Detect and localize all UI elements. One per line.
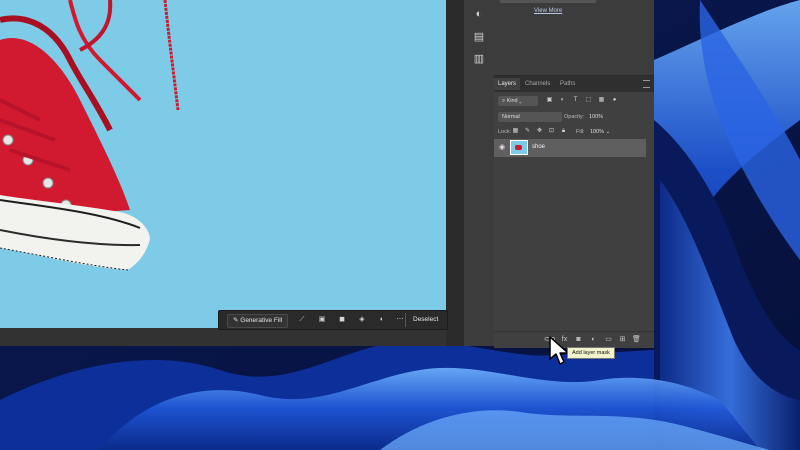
lock-label: Lock: [498, 129, 512, 135]
tooltip: Add layer mask [567, 347, 615, 359]
layer-row[interactable]: ◉ shoe [494, 139, 646, 157]
canvas-vertical-scrollbar[interactable] [446, 0, 464, 346]
tab-layers[interactable]: Layers [494, 78, 521, 90]
layer-name[interactable]: shoe [532, 143, 545, 151]
transform-icon[interactable]: ▣ [317, 315, 327, 325]
lock-transparent-icon[interactable]: ▦ [512, 128, 519, 135]
adjustments-icon[interactable]: ◐ [473, 8, 485, 20]
smart-object-filter-icon[interactable]: ▦ [598, 97, 605, 104]
libraries-icon[interactable]: ▥ [473, 53, 485, 65]
type-filter-icon[interactable]: T [572, 97, 579, 104]
properties-icon[interactable]: ▤ [473, 31, 485, 43]
blend-mode-select[interactable]: Normal [498, 112, 562, 122]
fill-bucket-icon[interactable]: ◈ [357, 315, 367, 325]
canvas-status-bar [0, 328, 446, 346]
fill-field[interactable]: 100% ⌄ [590, 127, 610, 137]
shoe-image [0, 0, 180, 271]
layer-thumbnail[interactable] [510, 140, 528, 155]
adjustment-filter-icon[interactable]: ◐ [559, 97, 566, 104]
upper-panel: View More [494, 0, 654, 75]
document-canvas[interactable] [0, 0, 446, 328]
filter-kind-select[interactable]: ⌕ Kind ⌄ [498, 96, 538, 106]
folder-icon[interactable]: ▭ [604, 335, 613, 344]
tab-channels[interactable]: Channels [521, 78, 554, 90]
lock-position-icon[interactable]: ✥ [536, 128, 543, 135]
layers-panel-footer: ⊂⊃ fx ◙ ◐ ▭ ⊞ 🗑︎ [494, 331, 654, 348]
blend-row: Normal Opacity: 100% [494, 110, 654, 124]
generative-fill-button[interactable]: ✎ Generative Fill [227, 314, 289, 328]
panel-menu-icon[interactable] [643, 80, 650, 88]
mask-icon[interactable]: ◼ [337, 315, 347, 325]
layer-filter-row: ⌕ Kind ⌄ ▣ ◐ T ⬚ ▦ ● [494, 94, 654, 108]
adjustment-layer-icon[interactable]: ◐ [589, 335, 598, 344]
view-more-link[interactable]: View More [534, 8, 562, 14]
panel-tabs: Layers Channels Paths [494, 76, 654, 92]
lock-all-icon[interactable]: 🔒︎ [560, 128, 567, 135]
pixel-filter-icon[interactable]: ▣ [546, 97, 553, 104]
panel-content-bar [500, 0, 596, 3]
more-icon[interactable]: ⋯ [395, 315, 405, 325]
new-layer-icon[interactable]: ⊞ [618, 335, 627, 344]
shape-filter-icon[interactable]: ⬚ [585, 97, 592, 104]
filter-toggle-icon[interactable]: ● [611, 97, 618, 104]
add-layer-mask-icon[interactable]: ◙ [574, 335, 583, 344]
photoshop-window: ✎ Generative Fill ⟋ ▣ ◼ ◈ ◐ ⋯ Deselect ◐… [0, 0, 654, 348]
invert-icon[interactable]: ◐ [377, 315, 387, 325]
brush-icon[interactable]: ⟋ [297, 315, 307, 325]
deselect-button[interactable]: Deselect [409, 314, 442, 326]
opacity-field[interactable]: 100% [589, 112, 615, 122]
layers-panel: Layers Channels Paths ⌕ Kind ⌄ ▣ ◐ T ⬚ ▦… [494, 75, 654, 348]
trash-icon[interactable]: 🗑︎ [632, 335, 641, 344]
opacity-label: Opacity: [564, 114, 585, 120]
panel-icon-strip: ◐ ▤ ▥ [464, 0, 495, 346]
lock-row: Lock: ▦ ✎ ✥ ⊡ 🔒︎ Fill: 100% ⌄ [494, 125, 654, 139]
contextual-task-bar: ✎ Generative Fill ⟋ ▣ ◼ ◈ ◐ ⋯ Deselect [218, 310, 448, 330]
visibility-eye-icon[interactable]: ◉ [498, 144, 506, 152]
lock-image-icon[interactable]: ✎ [524, 128, 531, 135]
separator [405, 313, 406, 327]
lock-artboard-icon[interactable]: ⊡ [548, 128, 555, 135]
tab-paths[interactable]: Paths [556, 78, 579, 90]
fill-label: Fill: [576, 129, 585, 135]
